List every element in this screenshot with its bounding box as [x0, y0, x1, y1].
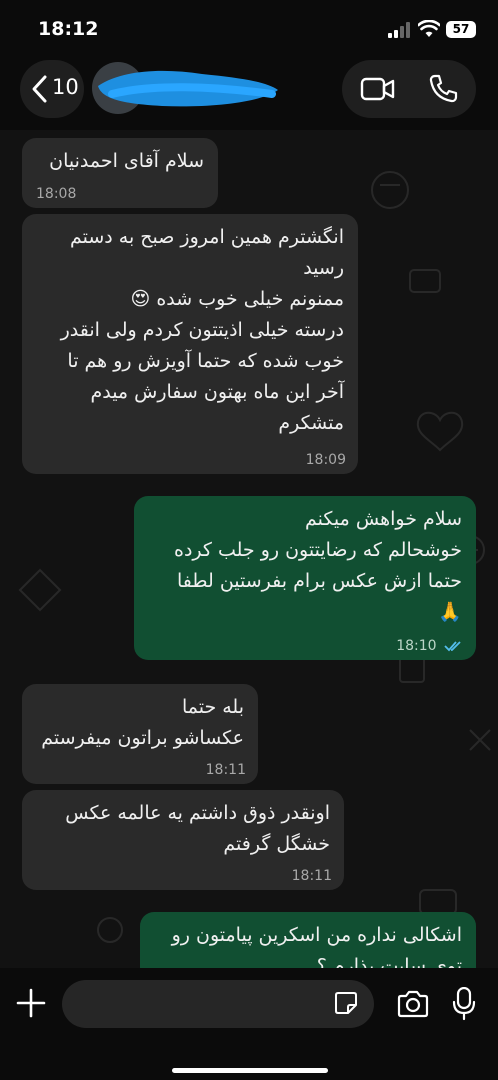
message-text: متشکرم — [278, 412, 344, 434]
message-text: سلام آقای احمدنیان — [49, 150, 204, 172]
message-text: اشکالی نداره من اسکرین پیامتون رو — [171, 924, 462, 946]
back-button[interactable]: 10 — [20, 60, 84, 118]
plus-icon[interactable] — [16, 988, 46, 1018]
microphone-icon[interactable] — [452, 987, 476, 1021]
message-bubble-2[interactable]: انگشترم همین امروز صبح به دستم رسید ممنو… — [22, 214, 358, 474]
unread-count: 10 — [52, 75, 79, 99]
chat-header: 10 — [0, 56, 498, 122]
sticker-icon[interactable] — [334, 991, 358, 1015]
phone-call-icon[interactable] — [428, 74, 458, 104]
contact-name-redaction — [98, 70, 278, 107]
message-bubble-3[interactable]: سلام خواهش میکنم خوشحالم که رضایتتون رو … — [134, 496, 476, 660]
chevron-left-icon — [32, 75, 47, 103]
message-time: 18:11 — [205, 762, 246, 778]
wifi-icon — [418, 20, 440, 37]
message-text: خوشحالم که رضایتتون رو جلب کرده — [173, 539, 462, 561]
message-text: 🙏 — [438, 601, 462, 623]
message-text: آخر این ماه بهتون سفارش میدم — [90, 381, 344, 403]
message-input[interactable] — [62, 980, 374, 1028]
status-time: 18:12 — [38, 18, 99, 40]
message-time: 18:08 — [36, 186, 77, 202]
call-actions — [342, 60, 476, 118]
cellular-signal-icon — [388, 22, 410, 38]
message-text: توی سایت بذارم ؟ — [316, 955, 462, 968]
message-time: 18:10 — [396, 638, 437, 654]
message-bubble-4[interactable]: بله حتما عکساشو براتون میفرستم 18:11 — [22, 684, 258, 784]
message-text: اونقدر ذوق داشتم یه عالمه عکس — [65, 802, 330, 824]
message-text: خشگل گرفتم — [223, 833, 330, 855]
read-receipt-icon — [444, 641, 461, 652]
message-bubble-5[interactable]: اونقدر ذوق داشتم یه عالمه عکس خشگل گرفتم… — [22, 790, 344, 890]
status-bar: 18:12 57 — [0, 0, 498, 60]
message-text: خوب شده که حتما آویزش رو هم تا — [67, 350, 344, 372]
composer-bar — [0, 968, 498, 1080]
message-text: ممنونم خیلی خوب شده 😍 — [130, 288, 344, 310]
video-call-icon[interactable] — [360, 76, 396, 102]
message-text: عکساشو براتون میفرستم — [41, 727, 244, 749]
message-text: رسید — [303, 257, 344, 279]
message-bubble-6[interactable]: اشکالی نداره من اسکرین پیامتون رو توی سا… — [140, 912, 476, 968]
message-bubble-1[interactable]: سلام آقای احمدنیان 18:08 — [22, 138, 218, 208]
home-indicator — [172, 1068, 328, 1073]
camera-icon[interactable] — [396, 990, 430, 1018]
message-meta: 18:10 — [396, 638, 464, 654]
message-text: انگشترم همین امروز صبح به دستم — [69, 226, 344, 248]
battery-indicator: 57 — [446, 21, 476, 38]
message-text: بله حتما — [181, 696, 244, 718]
message-time: 18:09 — [305, 452, 346, 468]
message-text: درسته خیلی اذیتتون کردم ولی انقدر — [60, 319, 344, 341]
message-text: حتما ازش عکس برام بفرستین لطفا — [177, 570, 462, 592]
message-list[interactable]: سلام آقای احمدنیان 18:08 انگشترم همین ام… — [0, 130, 498, 968]
message-time: 18:11 — [291, 868, 332, 884]
message-text: سلام خواهش میکنم — [305, 508, 462, 530]
